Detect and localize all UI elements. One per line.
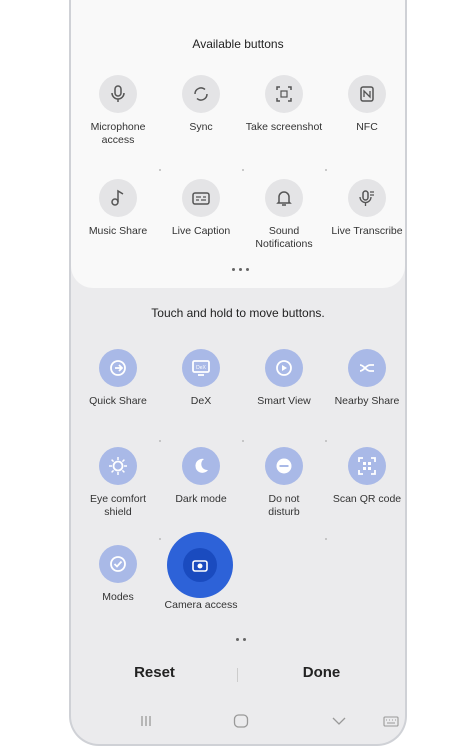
sync-button[interactable]: Sync [159, 75, 243, 134]
microphone-access-button[interactable]: Microphone access [76, 75, 160, 146]
music-share-button[interactable]: Music Share [76, 179, 160, 238]
grid-dot [325, 440, 327, 442]
live-transcribe-button[interactable]: Live Transcribe [325, 179, 405, 238]
quick-share-label: Quick Share [89, 395, 147, 407]
take-screenshot-label: Take screenshot [245, 121, 323, 133]
modes-button[interactable]: Modes [76, 545, 160, 604]
grid-dot [159, 440, 161, 442]
sync-icon [182, 75, 220, 113]
do-not-disturb-icon [265, 447, 303, 485]
nearby-share-label: Nearby Share [334, 395, 400, 407]
dex-button[interactable]: DeX DeX [159, 349, 243, 408]
dark-mode-icon [182, 447, 220, 485]
music-share-icon [99, 179, 137, 217]
modes-label: Modes [102, 591, 134, 603]
quick-share-button[interactable]: Quick Share [76, 349, 160, 408]
grid-dot [325, 538, 327, 540]
scan-qr-code-label: Scan QR code [332, 493, 402, 505]
phone-frame: Available buttons Microphone access Sync… [69, 0, 407, 746]
live-transcribe-icon [348, 179, 386, 217]
live-caption-button[interactable]: Live Caption [159, 179, 243, 238]
microphone-icon [99, 75, 137, 113]
scan-qr-code-button[interactable]: Scan QR code [325, 447, 405, 506]
nfc-button[interactable]: NFC [325, 75, 405, 134]
grid-dot [242, 440, 244, 442]
grid-dot [159, 538, 161, 540]
live-caption-label: Live Caption [171, 225, 231, 237]
camera-access-label: Camera access [164, 599, 238, 611]
microphone-access-label: Microphone access [90, 121, 146, 146]
active-page-indicator [236, 638, 246, 641]
quick-share-icon [99, 349, 137, 387]
reset-button[interactable]: Reset [71, 664, 238, 681]
grid-dot [325, 169, 327, 171]
nearby-share-icon [348, 349, 386, 387]
camera-access-drag-highlight[interactable] [167, 532, 233, 598]
screenshot-icon [265, 75, 303, 113]
smart-view-label: Smart View [257, 395, 311, 407]
grid-dot [159, 169, 161, 171]
camera-access-button[interactable]: Camera access [159, 591, 243, 612]
dex-label: DeX [190, 395, 212, 407]
live-transcribe-label: Live Transcribe [331, 225, 403, 237]
keyboard-icon[interactable] [383, 714, 399, 731]
dex-icon: DeX [182, 349, 220, 387]
back-icon[interactable] [331, 714, 347, 731]
nearby-share-button[interactable]: Nearby Share [325, 349, 405, 408]
do-not-disturb-label: Do not disturb [268, 493, 300, 518]
sync-label: Sync [189, 121, 213, 133]
qr-code-icon [348, 447, 386, 485]
action-bar: Reset Done [71, 650, 405, 702]
dark-mode-button[interactable]: Dark mode [159, 447, 243, 506]
sound-notifications-button[interactable]: Sound Notifications [242, 179, 326, 250]
sound-notifications-icon [265, 179, 303, 217]
move-buttons-hint: Touch and hold to move buttons. [151, 306, 325, 320]
available-page-indicator [232, 268, 249, 271]
available-buttons-title: Available buttons [192, 37, 284, 51]
navigation-bar [71, 708, 405, 742]
nfc-icon [348, 75, 386, 113]
sound-notifications-label: Sound Notifications [255, 225, 313, 250]
smart-view-button[interactable]: Smart View [242, 349, 326, 408]
recents-icon[interactable] [139, 714, 153, 731]
svg-text:DeX: DeX [196, 365, 206, 371]
eye-comfort-shield-label: Eye comfort shield [89, 493, 147, 518]
done-button[interactable]: Done [238, 664, 405, 681]
camera-access-icon [183, 548, 217, 582]
do-not-disturb-button[interactable]: Do not disturb [242, 447, 326, 518]
nfc-label: NFC [356, 121, 378, 133]
grid-dot [242, 169, 244, 171]
music-share-label: Music Share [88, 225, 148, 237]
smart-view-icon [265, 349, 303, 387]
take-screenshot-button[interactable]: Take screenshot [242, 75, 326, 134]
home-icon[interactable] [233, 714, 249, 731]
eye-comfort-icon [99, 447, 137, 485]
eye-comfort-shield-button[interactable]: Eye comfort shield [76, 447, 160, 518]
dark-mode-label: Dark mode [175, 493, 227, 505]
available-buttons-panel: Available buttons Microphone access Sync… [71, 0, 405, 288]
live-caption-icon [182, 179, 220, 217]
modes-icon [99, 545, 137, 583]
